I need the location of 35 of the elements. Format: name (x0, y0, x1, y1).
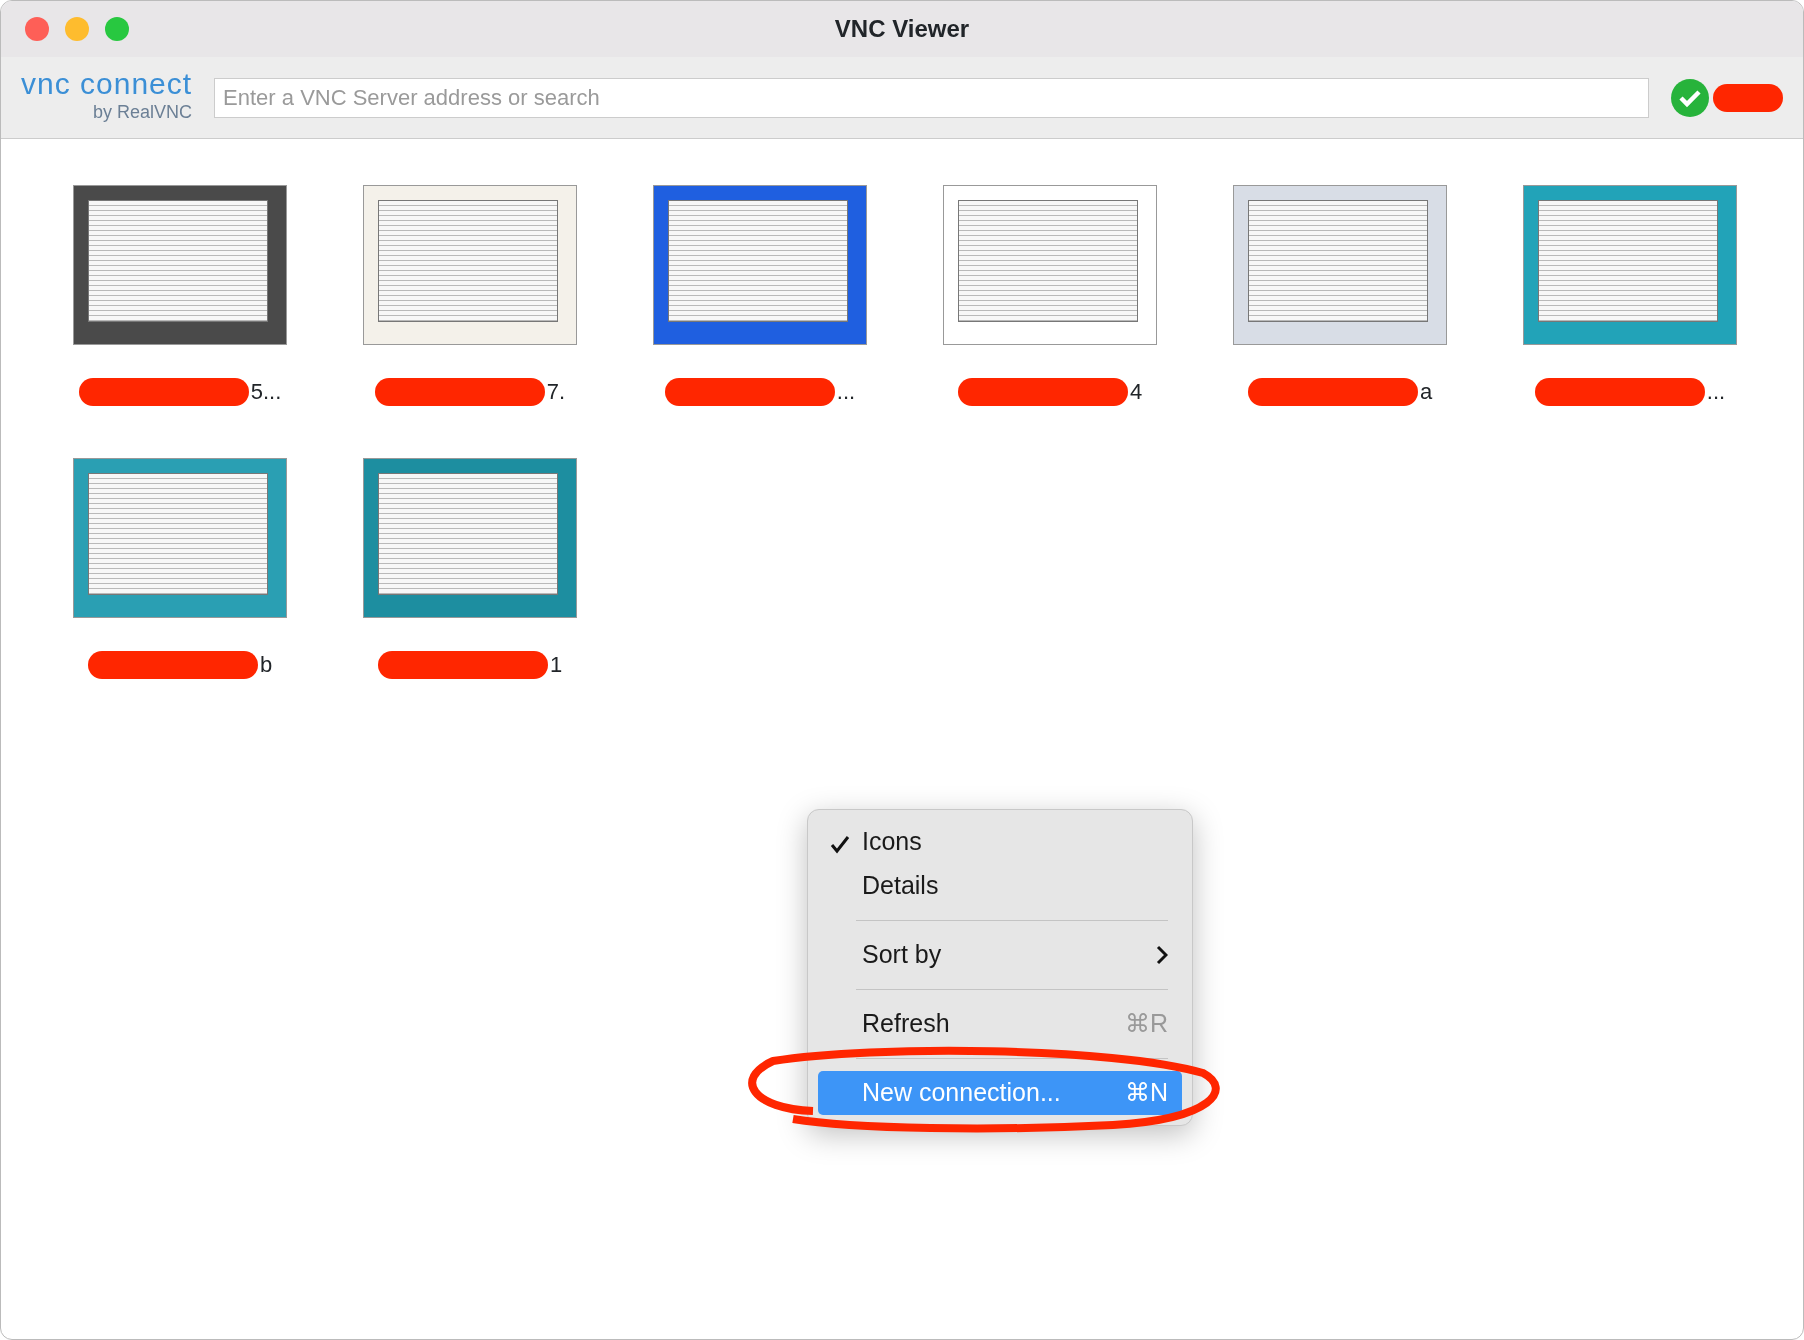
screen-thumbnail[interactable] (73, 458, 287, 618)
screen-thumbnail[interactable] (653, 185, 867, 345)
host-label: b (259, 651, 273, 679)
screen-thumbnail[interactable] (363, 185, 577, 345)
host-label: a (1419, 378, 1433, 406)
host-label: 4 (1129, 378, 1143, 406)
menu-item[interactable]: Details (818, 864, 1182, 908)
menu-label: Sort by (862, 939, 942, 971)
menu-label: Refresh (862, 1008, 950, 1040)
check-circle-icon[interactable] (1671, 78, 1709, 117)
screen-thumbnail[interactable] (1523, 185, 1737, 345)
menu-item[interactable]: Sort by (818, 933, 1182, 977)
logo-subtitle: by RealVNC (92, 101, 193, 124)
window-title: VNC Viewer (834, 15, 970, 42)
menu-label: Details (862, 870, 939, 902)
menu-label: New connection... (862, 1077, 1061, 1109)
menu-item[interactable]: Refresh ⌘R (818, 1002, 1182, 1046)
close-button[interactable] (25, 17, 49, 41)
search-field[interactable]: Enter a VNC Server address or search (214, 77, 1649, 118)
screen-thumbnail[interactable] (943, 185, 1157, 345)
shortcut-text: ⌘R (1124, 1008, 1168, 1040)
menu-label: Icons (862, 826, 922, 858)
host-label: ... (836, 378, 856, 406)
logo-text: vnc connect (21, 69, 193, 99)
screen-thumbnail[interactable] (363, 458, 577, 618)
screen-thumbnail[interactable] (73, 185, 287, 345)
host-label: ... (1706, 378, 1726, 406)
zoom-button[interactable] (105, 17, 129, 41)
chevron-right-icon (1156, 945, 1168, 965)
host-label: 5... (250, 378, 282, 406)
host-label: 1 (549, 651, 563, 679)
menu-item[interactable]: Icons (818, 820, 1182, 864)
shortcut-text: ⌘N (1124, 1077, 1168, 1109)
screen-thumbnail[interactable] (1233, 185, 1447, 345)
host-label: 7. (546, 378, 566, 406)
